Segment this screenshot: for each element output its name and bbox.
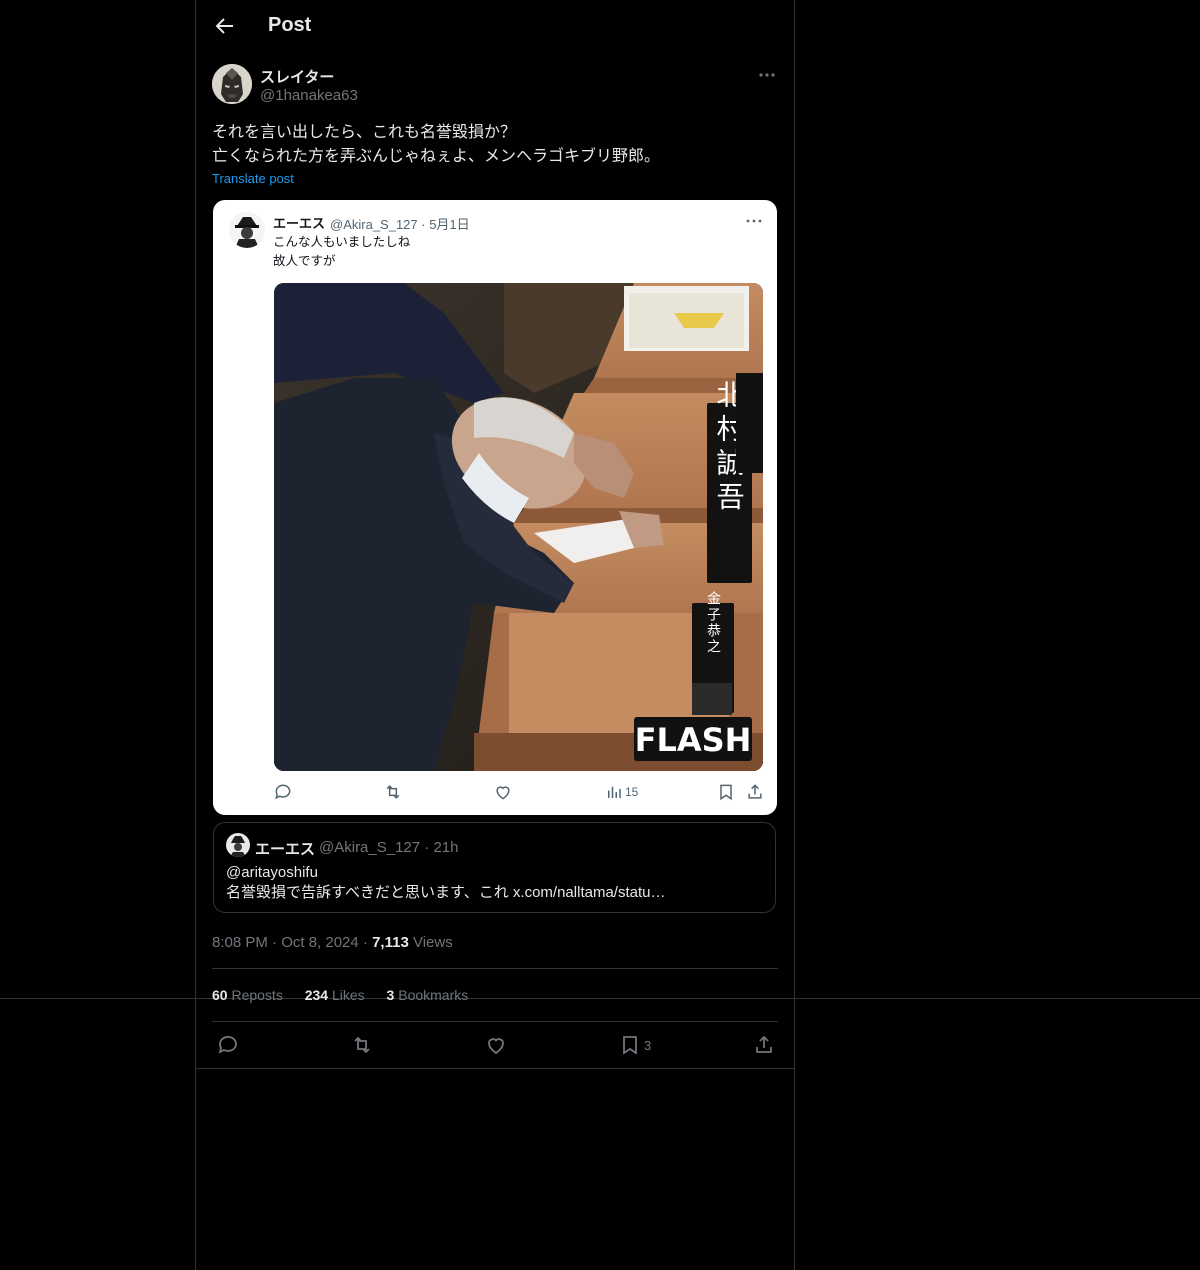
back-arrow-icon[interactable]: [212, 14, 236, 38]
quoted-text-line: @aritayoshifu: [226, 864, 318, 881]
embedded-views: 15: [605, 782, 655, 802]
views-count: 7,113: [372, 934, 409, 951]
avatar-image: [212, 64, 252, 104]
more-options-icon[interactable]: [756, 66, 778, 84]
embedded-author-name: エーエス: [273, 216, 326, 231]
embedded-bookmark-icon: [720, 784, 732, 801]
embedded-share-icon: [748, 784, 762, 799]
embedded-text: こんな人もいましたしね 故人ですが: [273, 233, 410, 271]
quoted-author-handle: @Akira_S_127 · 21h: [319, 839, 459, 856]
flash-watermark: FLASH: [635, 721, 752, 759]
likes-stat[interactable]: 234 Likes: [305, 987, 365, 1003]
embedded-photo: 北村誠吾 金子恭之 FLASH: [274, 283, 763, 771]
translate-post-link[interactable]: Translate post: [212, 171, 294, 186]
divider: [196, 1068, 794, 1069]
repost-icon[interactable]: [350, 1033, 374, 1057]
post-metadata: 8:08 PM · Oct 8, 2024 · 7,113 Views: [212, 934, 453, 951]
quoted-avatar: [226, 833, 250, 857]
quoted-text-line: 名誉毀損で告訴すべきだと思います、これ x.com/nalltama/statu…: [226, 884, 666, 901]
embedded-like-icon: [496, 786, 510, 800]
quoted-author-name: エーエス: [255, 841, 316, 858]
bookmark-count: 3: [644, 1038, 652, 1053]
embedded-author-handle: @Akira_S_127 · 5月1日: [330, 217, 470, 232]
avatar[interactable]: [212, 64, 252, 104]
reposts-label: Reposts: [227, 987, 283, 1003]
reposts-stat[interactable]: 60 Reposts: [212, 987, 283, 1003]
bookmarks-stat[interactable]: 3 Bookmarks: [387, 987, 469, 1003]
likes-label: Likes: [328, 987, 365, 1003]
quoted-text: @aritayoshifu 名誉毀損で告訴すべきだと思います、これ x.com/…: [226, 863, 665, 903]
engagement-stats: 60 Reposts 234 Likes 3 Bookmarks: [212, 987, 486, 1003]
quoted-avatar-image: [226, 833, 250, 857]
reply-icon[interactable]: [216, 1033, 240, 1057]
author-name[interactable]: スレイター: [260, 66, 334, 87]
embedded-text-line: こんな人もいましたしね: [273, 235, 411, 249]
page-title: Post: [268, 14, 312, 36]
embedded-reply-icon: [275, 784, 291, 800]
embedded-views-count: 15: [625, 785, 639, 799]
embedded-repost-icon: [386, 785, 400, 799]
embedded-text-line: 故人ですが: [273, 254, 336, 268]
author-handle[interactable]: @1hanakea63: [260, 87, 358, 104]
bookmarks-label: Bookmarks: [394, 987, 469, 1003]
likes-count: 234: [304, 987, 329, 1003]
embedded-actions: 15: [213, 782, 777, 806]
attached-image[interactable]: エーエス @Akira_S_127 · 5月1日 こんな人もいましたしね 故人で…: [213, 200, 777, 815]
reposts-count: 60: [212, 987, 228, 1003]
embedded-avatar: [229, 212, 265, 248]
main-column: Post スレイター @1hanakea63 それを言い出したら、これも名誉毀損…: [195, 0, 795, 1270]
share-icon[interactable]: [752, 1033, 776, 1057]
like-icon[interactable]: [484, 1033, 508, 1057]
post-actions: 3: [196, 1033, 794, 1059]
divider: [212, 968, 778, 969]
embedded-more-icon: [746, 219, 762, 223]
quoted-post-card[interactable]: エーエス @Akira_S_127 · 21h @aritayoshifu 名誉…: [213, 822, 776, 913]
nameplate-small-char: 金子恭之: [705, 591, 721, 655]
post-text: それを言い出したら、これも名誉毀損か？ 亡くなられた方を弄ぶんじゃねぇよ、メンヘ…: [212, 121, 778, 169]
bookmark-icon: [623, 1036, 637, 1055]
embedded-avatar-image: [229, 212, 265, 248]
views-label: Views: [408, 934, 453, 951]
post-text-line: それを言い出したら、これも名誉毀損か？: [212, 124, 517, 141]
post-timestamp[interactable]: 8:08 PM · Oct 8, 2024 ·: [212, 934, 372, 951]
divider: [212, 1021, 778, 1022]
post-text-line: 亡くなられた方を弄ぶんじゃねぇよ、メンヘラゴキブリ野郎。: [212, 148, 661, 165]
embedded-views-icon: [608, 786, 621, 798]
photo-illustration: 北村誠吾 金子恭之 FLASH: [274, 283, 763, 771]
bookmark-button[interactable]: 3: [618, 1033, 668, 1057]
page-header: Post: [196, 0, 794, 54]
